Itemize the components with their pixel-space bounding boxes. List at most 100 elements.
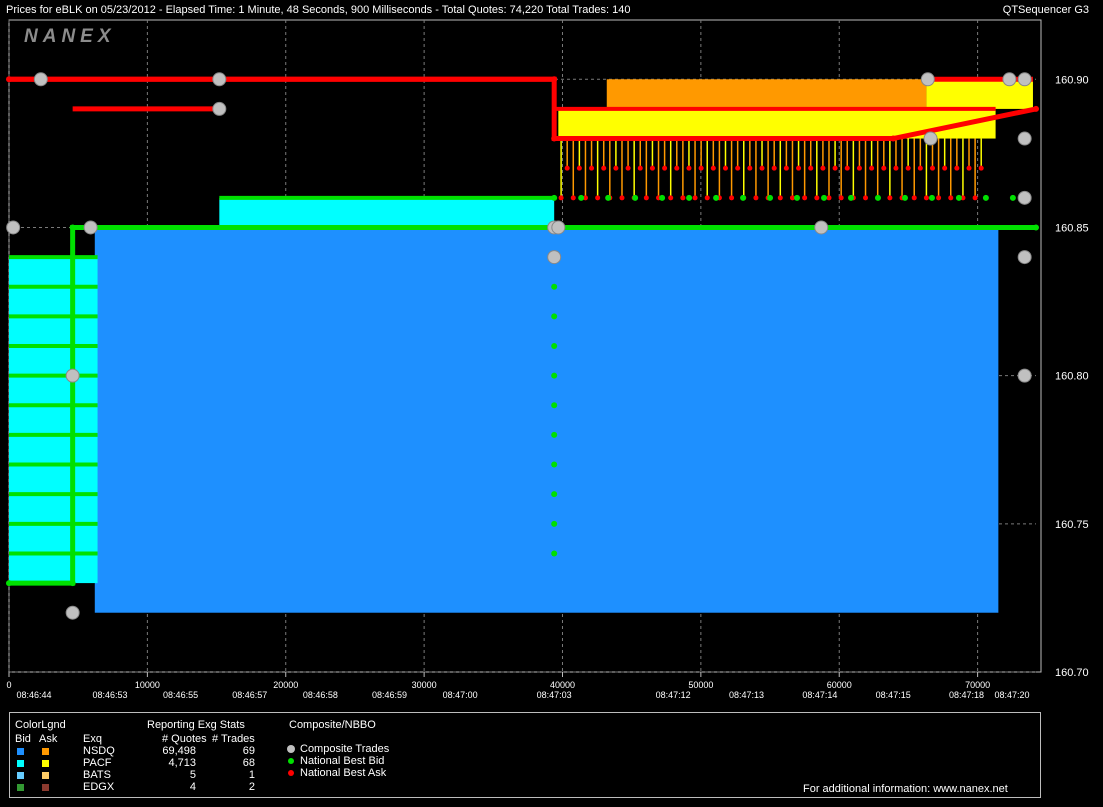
composite-trade-marker bbox=[212, 101, 227, 116]
ask-quote-marker bbox=[844, 165, 850, 171]
time-label: 08:47:14 bbox=[802, 690, 837, 700]
ask-quote-marker bbox=[948, 195, 954, 201]
national-best-bid-marker bbox=[794, 194, 801, 201]
ask-quote-marker bbox=[832, 165, 838, 171]
time-label: 08:46:58 bbox=[303, 690, 338, 700]
national-best-bid-marker bbox=[605, 194, 612, 201]
composite-trade-marker bbox=[1017, 131, 1032, 146]
ask-quote-marker bbox=[637, 165, 643, 171]
ask-quote-marker bbox=[680, 195, 686, 201]
ask-quote-marker bbox=[625, 165, 631, 171]
price-chart: NANEX 160.90 160.85 160.80 160.75 160.70 0 10… bbox=[6, 19, 1089, 700]
national-best-ask-marker bbox=[6, 76, 12, 83]
time-label: 08:46:44 bbox=[16, 690, 51, 700]
watermark-logo: NANEX bbox=[24, 26, 116, 47]
national-best-bid-marker bbox=[551, 520, 558, 527]
national-best-bid-marker bbox=[551, 343, 558, 349]
ask-quote-marker bbox=[893, 165, 899, 171]
ask-quote-marker bbox=[753, 195, 759, 201]
x-tick-label: 30000 bbox=[412, 680, 437, 690]
pacf-bid-fill bbox=[9, 494, 98, 524]
national-best-bid-marker bbox=[551, 372, 558, 379]
ask-quote-marker bbox=[771, 165, 777, 171]
ask-quote-marker bbox=[710, 165, 716, 171]
ask-quote-marker bbox=[613, 165, 619, 171]
ask-quote-marker bbox=[869, 165, 875, 171]
ask-quote-marker bbox=[729, 195, 735, 201]
bid-header: Bid bbox=[15, 733, 31, 745]
ask-quote-marker bbox=[704, 195, 710, 201]
composite-trade-marker bbox=[1017, 250, 1032, 265]
national-best-bid-marker bbox=[901, 194, 908, 201]
ask-quote-marker bbox=[966, 165, 972, 171]
x-tick-label: 10000 bbox=[135, 680, 160, 690]
quote-count: 5 bbox=[189, 769, 196, 781]
time-label: 08:47:18 bbox=[949, 690, 984, 700]
composite-trade-marker bbox=[6, 220, 21, 235]
pacf-bid-fill bbox=[9, 553, 98, 584]
x-tick-label: 0 bbox=[6, 680, 11, 690]
ask-quote-marker bbox=[558, 195, 564, 201]
national-best-bid-marker bbox=[6, 580, 12, 587]
pacf-bid-fill bbox=[9, 434, 98, 465]
edgx-ask-swatch bbox=[42, 784, 49, 791]
ask-quote-marker bbox=[917, 165, 923, 171]
x-tick-label: 40000 bbox=[550, 680, 575, 690]
quote-count: 4,713 bbox=[168, 757, 196, 769]
composite-trade-marker bbox=[65, 605, 80, 620]
ask-quote-marker bbox=[662, 165, 668, 171]
legend-panel: ColorLgnd Bid Ask Exq Reporting Exg Stat… bbox=[9, 712, 1041, 798]
national-best-bid-marker bbox=[551, 313, 558, 320]
ask-quote-marker bbox=[692, 195, 698, 201]
y-tick-label: 160.75 bbox=[1055, 519, 1089, 531]
x-tick-label: 70000 bbox=[965, 680, 990, 690]
time-label: 08:47:20 bbox=[994, 690, 1029, 700]
trade-count: 69 bbox=[242, 745, 255, 757]
y-tick-label: 160.70 bbox=[1055, 667, 1089, 679]
nsdq-ask-swatch bbox=[42, 748, 49, 755]
time-label: 08:47:15 bbox=[876, 690, 911, 700]
nsdq-ask-fill bbox=[606, 79, 927, 109]
ask-quote-marker bbox=[923, 195, 929, 201]
national-best-bid-marker bbox=[551, 491, 558, 498]
ask-quote-marker bbox=[942, 165, 948, 171]
time-label: 08:47:03 bbox=[537, 690, 572, 700]
composite-trade-marker bbox=[1002, 72, 1017, 87]
pacf-bid-fill bbox=[9, 405, 98, 435]
time-label: 08:47:13 bbox=[729, 690, 764, 700]
exq-label: BATS bbox=[83, 769, 111, 781]
pacf-bid-fill bbox=[9, 286, 98, 317]
time-label: 08:46:59 bbox=[372, 690, 407, 700]
ask-quote-marker bbox=[576, 165, 582, 171]
composite-trade-marker bbox=[920, 72, 935, 87]
national-best-ask-marker bbox=[1033, 105, 1039, 112]
ask-quote-marker bbox=[972, 195, 978, 201]
composite-trade-marker bbox=[923, 131, 938, 146]
time-label: 08:47:00 bbox=[443, 690, 478, 700]
national-best-bid-marker bbox=[928, 194, 935, 201]
bats-ask-swatch bbox=[42, 772, 49, 779]
national-best-bid-marker bbox=[551, 402, 558, 409]
national-best-bid-marker bbox=[551, 431, 558, 438]
national-best-bid-marker bbox=[578, 194, 585, 201]
pacf-bid-fill bbox=[9, 375, 98, 406]
national-best-bid-label: National Best Bid bbox=[300, 755, 385, 767]
y-tick-label: 160.80 bbox=[1055, 371, 1089, 383]
ask-quote-marker bbox=[929, 165, 935, 171]
ask-quote-marker bbox=[649, 165, 655, 171]
national-best-bid-marker bbox=[767, 194, 774, 201]
ask-quote-marker bbox=[674, 165, 680, 171]
national-best-ask-label: National Best Ask bbox=[300, 767, 387, 779]
pacf-bid-fill bbox=[9, 523, 98, 554]
ask-quote-marker bbox=[887, 195, 893, 201]
national-best-bid-marker bbox=[551, 550, 558, 557]
national-best-bid-marker bbox=[713, 194, 720, 201]
quote-count: 69,498 bbox=[162, 745, 196, 757]
pacf-bid-fill bbox=[219, 197, 555, 228]
time-label: 08:46:57 bbox=[232, 690, 267, 700]
quote-count: 4 bbox=[189, 781, 196, 793]
composite-trade-marker bbox=[814, 220, 829, 235]
y-tick-label: 160.85 bbox=[1055, 222, 1089, 234]
quotes-header: # Quotes bbox=[162, 733, 207, 745]
composite-trades-marker-icon bbox=[287, 745, 295, 753]
